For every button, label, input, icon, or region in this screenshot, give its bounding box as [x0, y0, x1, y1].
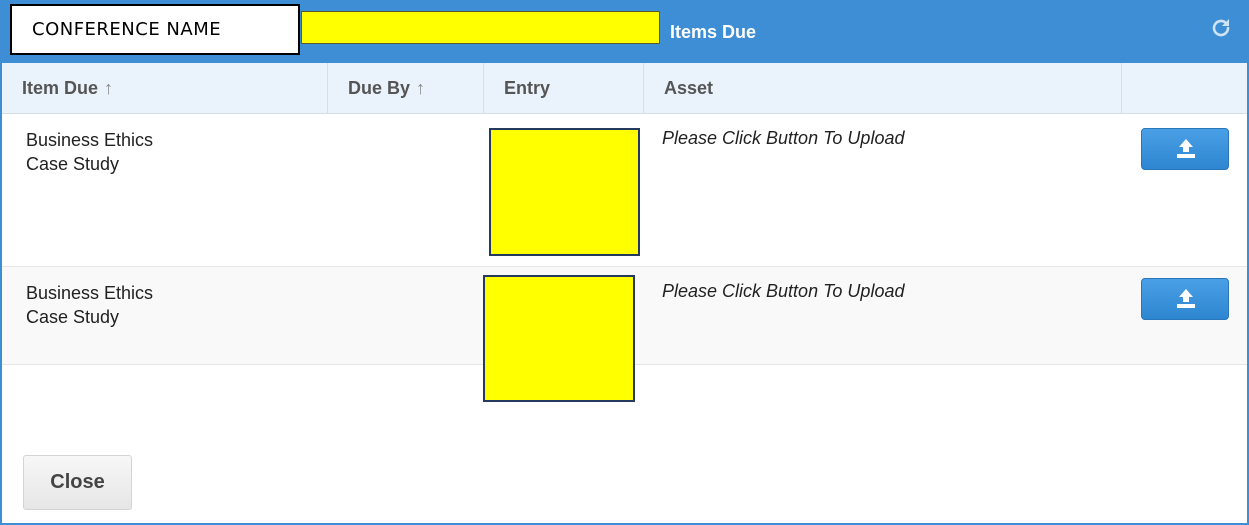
- item-due-name: Business Ethics: [26, 283, 154, 303]
- upload-button[interactable]: [1141, 128, 1229, 170]
- item-due-cell: Business Ethics Case Study: [26, 281, 153, 329]
- asset-cell: Please Click Button To Upload: [662, 281, 905, 301]
- column-header-entry: Entry: [484, 63, 644, 113]
- redacted-title-area: [301, 11, 660, 44]
- asset-cell: Please Click Button To Upload: [662, 128, 905, 148]
- items-due-dialog: CONFERENCE NAME Items Due Item Due ↑ Due …: [0, 0, 1249, 525]
- upload-button[interactable]: [1141, 278, 1229, 320]
- column-header-item-due-label: Item Due: [22, 78, 99, 98]
- redacted-entry: [483, 275, 635, 402]
- column-header-entry-label: Entry: [504, 78, 551, 98]
- table-header-row: Item Due ↑ Due By ↑ Entry Asset: [2, 63, 1247, 114]
- refresh-icon[interactable]: [1209, 16, 1233, 40]
- dialog-title: Items Due: [670, 22, 757, 42]
- column-header-action: [1122, 63, 1247, 113]
- close-button[interactable]: Close: [23, 455, 132, 510]
- item-due-type: Case Study: [26, 307, 120, 327]
- column-header-item-due[interactable]: Item Due ↑: [2, 63, 328, 113]
- conference-name-label: CONFERENCE NAME: [10, 4, 300, 55]
- column-header-due-by-label: Due By: [348, 78, 411, 98]
- column-header-asset: Asset: [644, 63, 1122, 113]
- column-header-asset-label: Asset: [664, 78, 714, 98]
- sort-arrow-icon: ↑: [104, 78, 114, 98]
- redacted-entry: [489, 128, 640, 256]
- item-due-type: Case Study: [26, 154, 120, 174]
- sort-arrow-icon: ↑: [416, 78, 426, 98]
- column-header-due-by[interactable]: Due By ↑: [328, 63, 484, 113]
- dialog-titlebar: CONFERENCE NAME Items Due: [2, 0, 1249, 63]
- upload-icon: [1177, 139, 1195, 158]
- item-due-name: Business Ethics: [26, 130, 154, 150]
- upload-icon: [1177, 289, 1195, 308]
- item-due-cell: Business Ethics Case Study: [26, 128, 153, 176]
